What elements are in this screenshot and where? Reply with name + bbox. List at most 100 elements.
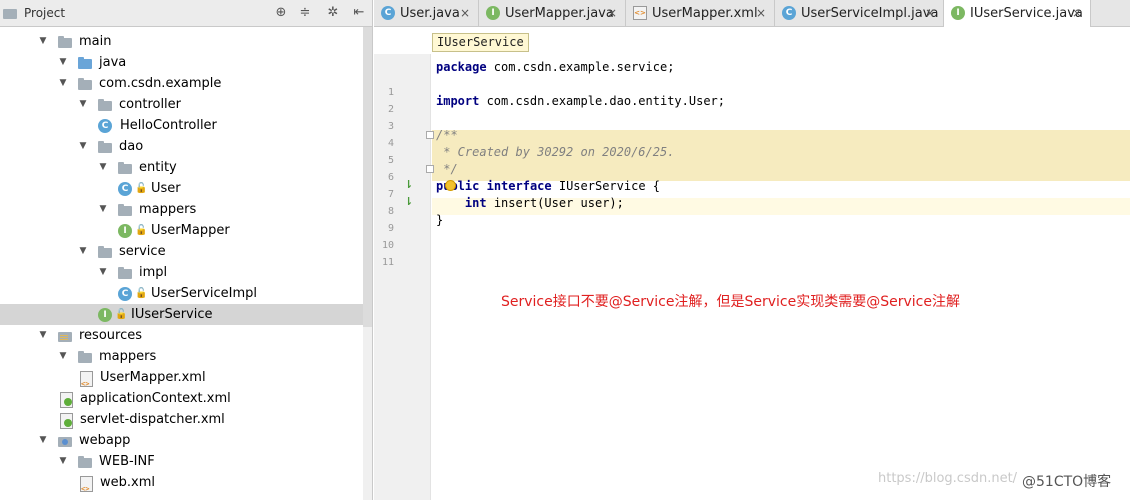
expand-arrow-icon[interactable]: ▼ — [78, 241, 88, 262]
tree-node[interactable]: C 🔓 UserServiceImpl — [0, 283, 364, 304]
code-line: int insert(User user); — [464, 196, 624, 210]
tree-node-label: controller — [119, 97, 182, 112]
crosshair-icon[interactable]: ⊕ — [273, 5, 289, 21]
expand-arrow-icon[interactable]: ▼ — [38, 31, 48, 52]
line-number: 1 — [387, 87, 394, 98]
project-header: Project ⊕ ≑ ✲ ⇤ — [0, 0, 372, 27]
spring-xml-icon — [58, 391, 74, 408]
tree-node[interactable]: ▼ service — [0, 241, 364, 262]
tree-node-label: impl — [139, 265, 168, 280]
tree-node[interactable]: ▼ entity — [0, 157, 364, 178]
tree-node-label: UserMapper.xml — [100, 370, 206, 385]
editor-tab[interactable]: I IUserService.java × — [944, 0, 1091, 28]
package-icon — [97, 97, 113, 113]
tree-node-label: mappers — [139, 202, 197, 217]
line-number: 11 — [381, 257, 394, 268]
editor-tab[interactable]: C UserServiceImpl.java × — [775, 0, 944, 27]
watermark-brand: @51CTO博客 — [1022, 474, 1112, 490]
editor-tab-label: IUserService.java — [970, 6, 1083, 21]
tree-node[interactable]: UserMapper.xml — [0, 367, 364, 395]
tree-node[interactable]: C 🔓 User — [0, 178, 364, 199]
expand-arrow-icon[interactable]: ▼ — [78, 136, 88, 157]
code-editor[interactable]: 1 2 3 4 5 6 7 8 9 10 11 ⇂ ⇂ package com.csdn.example… — [374, 27, 1130, 500]
line-number: 2 — [387, 104, 394, 115]
tree-node[interactable]: ▼ resources — [0, 325, 364, 346]
project-view-selector[interactable]: Project — [2, 5, 65, 21]
tree-node[interactable]: I 🔓 UserMapper — [0, 220, 364, 241]
tree-node[interactable]: ▼ java — [0, 52, 364, 73]
package-icon — [77, 76, 93, 92]
package-icon — [97, 139, 113, 155]
expand-arrow-icon[interactable]: ▼ — [38, 325, 48, 346]
code-line: import com.csdn.example.dao.entity.User; — [436, 94, 725, 108]
tree-node[interactable]: web.xml — [0, 472, 364, 500]
collapse-all-icon[interactable]: ≑ — [297, 5, 313, 21]
interface-icon: I — [951, 6, 965, 20]
editor-tab[interactable]: <> UserMapper.xml × — [626, 0, 775, 27]
interface-icon: I — [118, 224, 132, 238]
tree-node[interactable]: ▼ WEB-INF — [0, 451, 364, 472]
tree-node-label: com.csdn.example — [99, 76, 222, 91]
hide-icon[interactable]: ⇤ — [351, 5, 367, 21]
code-line: /** — [436, 128, 458, 142]
tree-node[interactable]: ▼ main — [0, 31, 364, 52]
tree-node-label: service — [119, 244, 166, 259]
tree-node[interactable]: C HelloController — [0, 115, 364, 136]
tree-node-label: applicationContext.xml — [80, 391, 231, 406]
line-number: 5 — [387, 155, 394, 166]
tree-node[interactable]: ▼ controller — [0, 94, 364, 115]
lock-icon: 🔓 — [135, 183, 148, 194]
breadcrumb[interactable]: IUserService — [432, 33, 529, 52]
tree-node[interactable]: applicationContext.xml — [0, 388, 364, 409]
code-line: */ — [436, 162, 458, 176]
class-icon: C — [118, 287, 132, 301]
expand-arrow-icon[interactable]: ▼ — [98, 157, 108, 178]
tree-node[interactable]: ▼ webapp — [0, 430, 364, 451]
editor-tab-label: UserServiceImpl.java — [801, 6, 939, 21]
package-icon — [117, 265, 133, 281]
expand-arrow-icon[interactable]: ▼ — [58, 346, 68, 367]
project-tree-scroll-thumb[interactable] — [363, 27, 372, 327]
editor-tab-label: UserMapper.java — [505, 6, 614, 21]
tree-node[interactable]: ▼ com.csdn.example — [0, 73, 364, 94]
source-folder-icon — [77, 55, 93, 71]
editor-tab[interactable]: I UserMapper.java × — [479, 0, 626, 27]
expand-arrow-icon[interactable]: ▼ — [98, 199, 108, 220]
expand-arrow-icon[interactable]: ▼ — [38, 430, 48, 451]
implemented-marker-icon[interactable]: ⇂ — [404, 195, 413, 208]
expand-arrow-icon[interactable]: ▼ — [58, 451, 68, 472]
settings-icon[interactable]: ✲ — [325, 5, 341, 21]
close-tab-icon[interactable]: × — [1072, 0, 1082, 27]
folder-icon — [57, 34, 73, 50]
tree-node[interactable]: servlet-dispatcher.xml — [0, 409, 364, 430]
implemented-marker-icon[interactable]: ⇂ — [404, 178, 413, 191]
tree-node[interactable]: ▼ mappers — [0, 346, 364, 367]
expand-arrow-icon[interactable]: ▼ — [98, 262, 108, 283]
xml-file-icon — [78, 475, 94, 500]
tree-node-label: IUserService — [131, 307, 213, 322]
expand-arrow-icon[interactable]: ▼ — [58, 52, 68, 73]
tree-node[interactable]: ▼ mappers — [0, 199, 364, 220]
close-tab-icon[interactable]: × — [460, 0, 470, 27]
editor-tab-bar: C User.java × I UserMapper.java × <> UserMapper… — [374, 0, 1130, 28]
expand-arrow-icon[interactable]: ▼ — [58, 73, 68, 94]
project-panel-title: Project — [24, 6, 66, 20]
tree-node-label: main — [79, 34, 112, 49]
tree-node-label: User — [151, 181, 181, 196]
close-tab-icon[interactable]: × — [607, 0, 617, 27]
editor-tab[interactable]: C User.java × — [374, 0, 479, 27]
expand-arrow-icon[interactable]: ▼ — [78, 94, 88, 115]
line-number: 6 — [387, 172, 394, 183]
close-tab-icon[interactable]: × — [756, 0, 766, 27]
close-tab-icon[interactable]: × — [925, 0, 935, 27]
class-icon: C — [98, 119, 112, 133]
intention-bulb-icon[interactable] — [445, 180, 456, 191]
fold-marker-icon[interactable] — [426, 131, 434, 139]
package-icon — [117, 202, 133, 218]
line-number: 7 — [387, 189, 394, 200]
tree-node[interactable]: I 🔓 IUserService — [0, 304, 372, 325]
spring-xml-icon — [58, 412, 74, 429]
tree-node[interactable]: ▼ impl — [0, 262, 364, 283]
fold-marker-icon[interactable] — [426, 165, 434, 173]
tree-node[interactable]: ▼ dao — [0, 136, 364, 157]
